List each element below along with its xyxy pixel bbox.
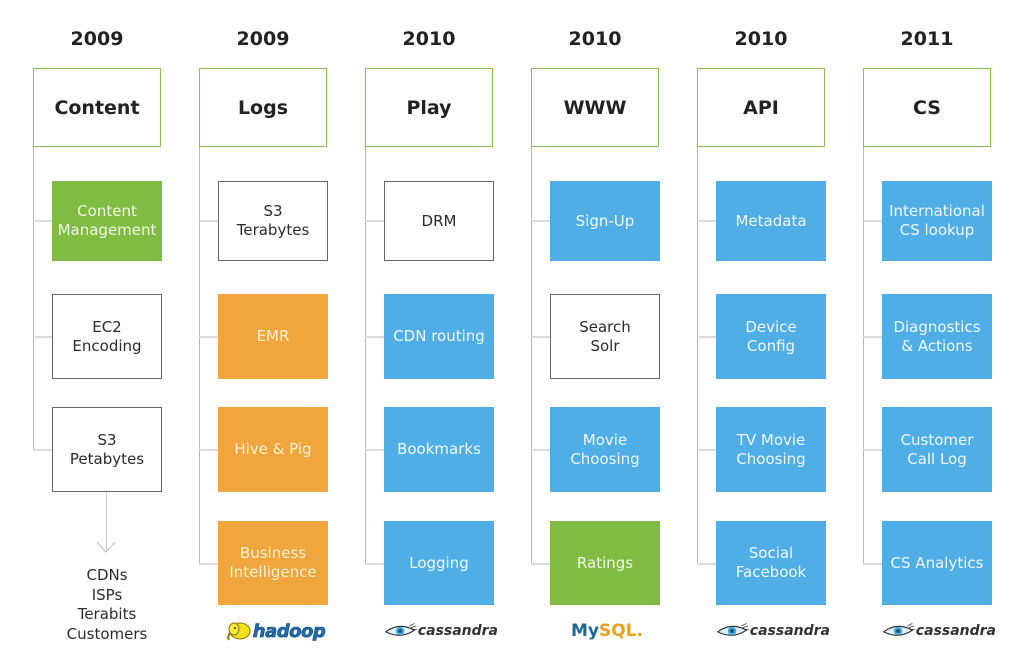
- eye-icon: [384, 623, 417, 636]
- connector-branch: [33, 336, 52, 338]
- column-year: 2010: [402, 28, 456, 50]
- connector-branch: [199, 220, 218, 222]
- connector-branch: [863, 220, 882, 222]
- connector-branch: [33, 449, 52, 451]
- connector-branch: [531, 563, 550, 565]
- connector-branch: [697, 563, 716, 565]
- column-year: 2009: [236, 28, 290, 50]
- column-header: WWW: [531, 68, 659, 147]
- item-box: S3 Petabytes: [52, 407, 162, 492]
- column-header: API: [697, 68, 825, 147]
- column-api: 2010 API Metadata Device Config TV Movie…: [697, 0, 863, 672]
- cassandra-logo: cassandra: [384, 618, 498, 644]
- item-box: CDN routing: [384, 294, 494, 379]
- connector-branch: [697, 336, 716, 338]
- hadoop-logo: hadoop: [218, 618, 332, 644]
- connector-line: [863, 147, 864, 564]
- cassandra-wordmark: cassandra: [915, 623, 996, 639]
- item-box: CS Analytics: [882, 521, 992, 605]
- mysql-logo: MySQL.: [550, 618, 664, 644]
- item-box: Social Facebook: [716, 521, 826, 605]
- item-box: Customer Call Log: [882, 407, 992, 492]
- item-box: Search Solr: [550, 294, 660, 379]
- connector-line: [199, 147, 200, 564]
- column-logs: 2009 Logs S3 Terabytes EMR Hive & Pig Bu…: [199, 0, 365, 672]
- column-play: 2010 Play DRM CDN routing Bookmarks Logg…: [365, 0, 531, 672]
- connector-branch: [365, 449, 384, 451]
- mysql-wordmark-my: My: [571, 621, 599, 641]
- column-year: 2010: [734, 28, 788, 50]
- mysql-wordmark-sql: SQL: [599, 621, 637, 641]
- mysql-wordmark-dot: .: [636, 621, 643, 641]
- connector-branch: [365, 336, 384, 338]
- connector-branch: [697, 220, 716, 222]
- connector-branch: [199, 449, 218, 451]
- item-box: Content Management: [52, 181, 162, 261]
- column-www: 2010 WWW Sign-Up Search Solr Movie Choos…: [531, 0, 697, 672]
- item-box: S3 Terabytes: [218, 181, 328, 261]
- cassandra-logo: cassandra: [716, 618, 830, 644]
- item-box: DRM: [384, 181, 494, 261]
- connector-branch: [697, 449, 716, 451]
- column-year: 2011: [900, 28, 954, 50]
- connector-branch: [199, 336, 218, 338]
- column-header: Play: [365, 68, 493, 147]
- connector-branch: [531, 220, 550, 222]
- item-box: Metadata: [716, 181, 826, 261]
- hadoop-wordmark: hadoop: [252, 620, 326, 642]
- connector-branch: [33, 220, 52, 222]
- connector-branch: [199, 563, 218, 565]
- connector-line: [365, 147, 366, 564]
- column-header: CS: [863, 68, 991, 147]
- item-box: EMR: [218, 294, 328, 379]
- connector-branch: [863, 336, 882, 338]
- output-destinations: CDNs ISPs Terabits Customers: [66, 566, 148, 643]
- column-year: 2010: [568, 28, 622, 50]
- cassandra-wordmark: cassandra: [417, 623, 498, 639]
- connector-line: [697, 147, 698, 564]
- connector-line: [33, 147, 34, 450]
- item-box: Bookmarks: [384, 407, 494, 492]
- item-box: EC2 Encoding: [52, 294, 162, 379]
- connector-branch: [863, 563, 882, 565]
- connector-branch: [365, 220, 384, 222]
- connector-branch: [365, 563, 384, 565]
- cassandra-logo: cassandra: [882, 618, 996, 644]
- item-box: Movie Choosing: [550, 407, 660, 492]
- item-box: Hive & Pig: [218, 407, 328, 492]
- column-header: Logs: [199, 68, 327, 147]
- connector-branch: [531, 336, 550, 338]
- item-box: Device Config: [716, 294, 826, 379]
- item-box: TV Movie Choosing: [716, 407, 826, 492]
- eye-icon: [716, 623, 749, 636]
- connector-branch: [531, 449, 550, 451]
- item-box: Business Intelligence: [218, 521, 328, 605]
- column-year: 2009: [70, 28, 124, 50]
- elephant-icon: [226, 622, 251, 641]
- column-content: 2009 Content Content Management EC2 Enco…: [33, 0, 199, 672]
- cassandra-wordmark: cassandra: [749, 623, 830, 639]
- connector-branch: [863, 449, 882, 451]
- column-cs: 2011 CS International CS lookup Diagnost…: [863, 0, 1024, 672]
- item-box: Logging: [384, 521, 494, 605]
- arrow-down-icon: [96, 541, 116, 553]
- item-box: International CS lookup: [882, 181, 992, 261]
- column-header: Content: [33, 68, 161, 147]
- item-box: Ratings: [550, 521, 660, 605]
- eye-icon: [882, 623, 915, 636]
- connector-line: [531, 147, 532, 564]
- item-box: Diagnostics & Actions: [882, 294, 992, 379]
- item-box: Sign-Up: [550, 181, 660, 261]
